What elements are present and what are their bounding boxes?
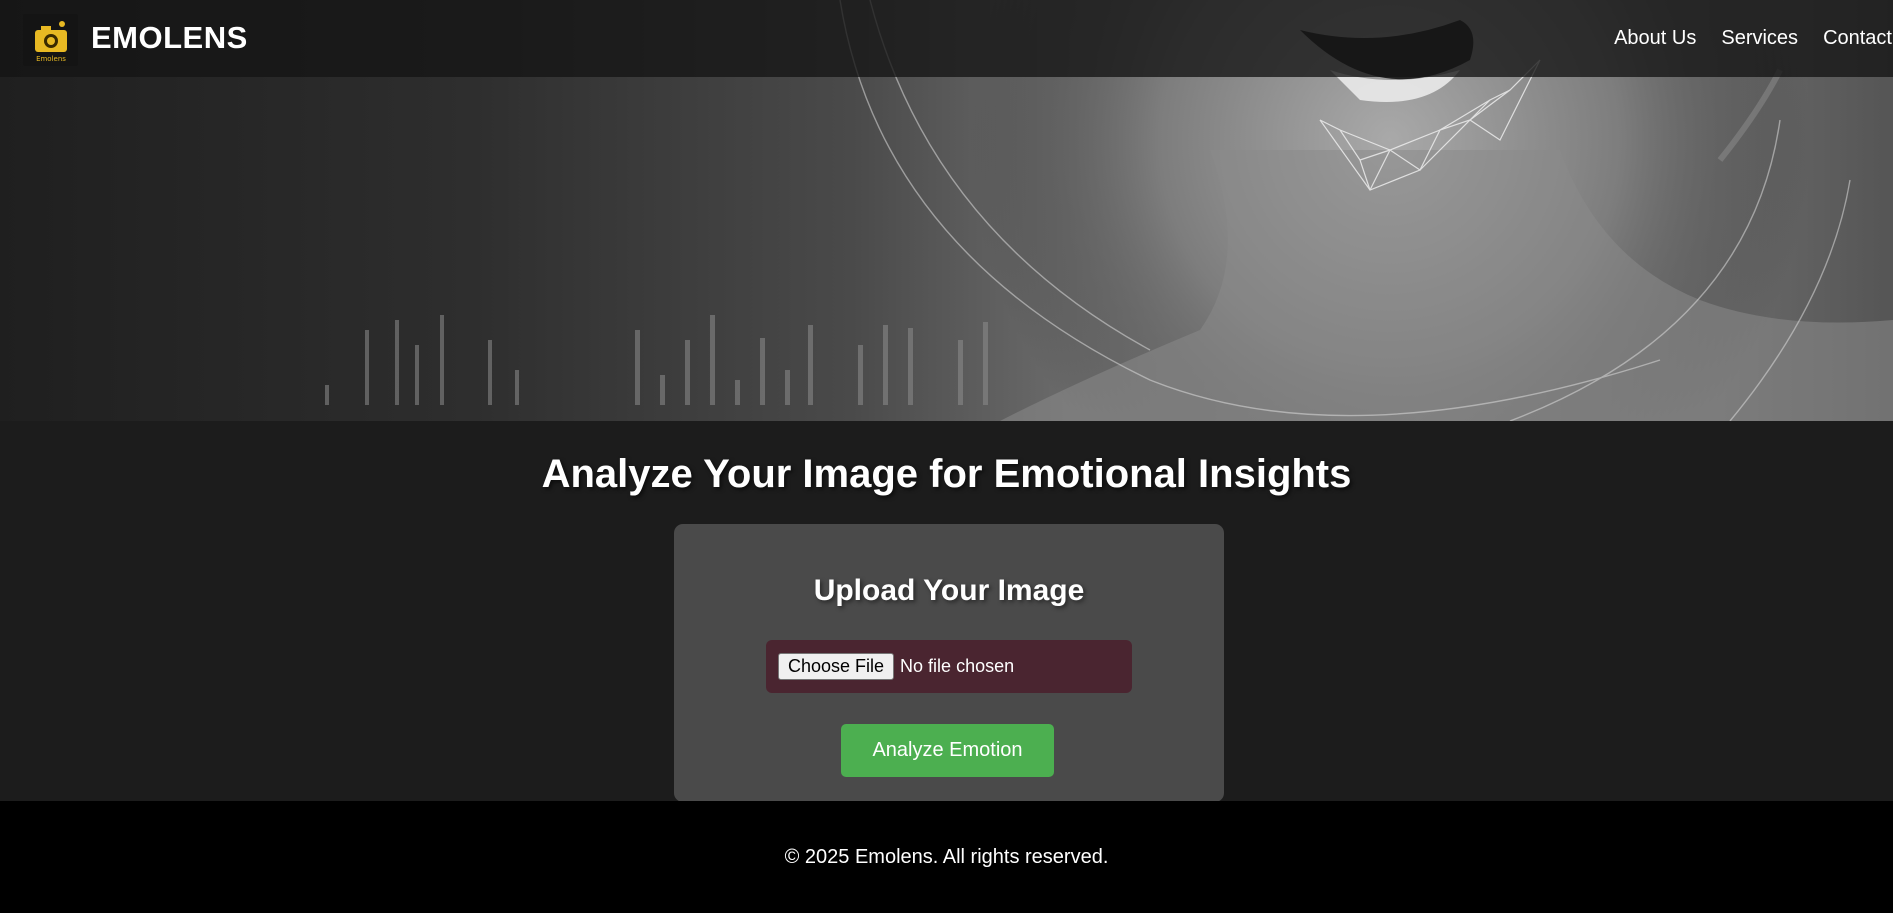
navbar: Emolens EMOLENS About Us Services Contac… — [0, 0, 1893, 77]
choose-file-button[interactable]: Choose File — [778, 653, 895, 680]
file-input[interactable]: Choose File No file chosen — [766, 640, 1132, 693]
file-status: No file chosen — [900, 656, 1015, 676]
nav-link-about-us[interactable]: About Us — [1614, 27, 1696, 50]
upload-card: Upload Your Image Choose File No file ch… — [674, 524, 1224, 802]
nav-link-contact[interactable]: Contact — [1823, 27, 1892, 50]
logo-caption: Emolens — [36, 55, 66, 63]
page-headline: Analyze Your Image for Emotional Insight… — [541, 452, 1352, 496]
analyze-emotion-button[interactable]: Analyze Emotion — [841, 724, 1054, 777]
brand-name[interactable]: EMOLENS — [91, 20, 248, 56]
nav-links: About Us Services Contact — [1589, 27, 1893, 50]
upload-card-title: Upload Your Image — [813, 574, 1085, 607]
footer-copyright: © 2025 Emolens. All rights reserved. — [784, 846, 1109, 868]
footer: © 2025 Emolens. All rights reserved. — [0, 801, 1893, 913]
nav-link-services[interactable]: Services — [1721, 27, 1798, 50]
main-section: Analyze Your Image for Emotional Insight… — [0, 421, 1893, 802]
camera-logo-icon: Emolens — [34, 21, 67, 63]
logo[interactable]: Emolens — [23, 14, 78, 66]
